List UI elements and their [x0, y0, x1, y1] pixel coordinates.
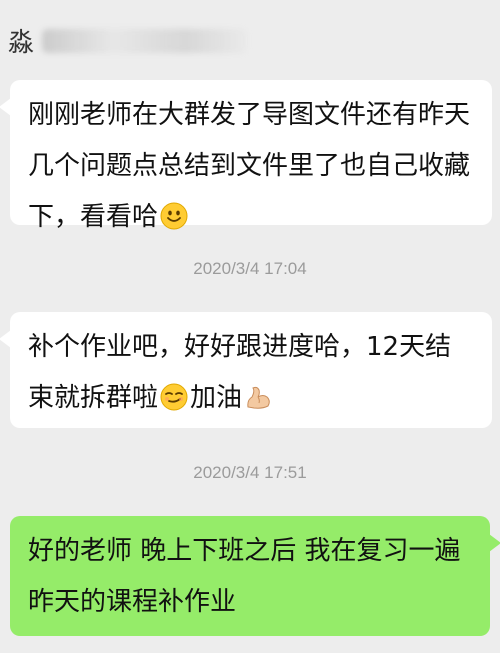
- contact-name-header: 淼: [8, 22, 248, 59]
- contact-name: 淼: [8, 28, 37, 58]
- message-bubble-outgoing[interactable]: 好的老师 晚上下班之后 我在复习一遍昨天的课程补作业: [10, 516, 500, 636]
- message-text: 好的老师 晚上下班之后 我在复习一遍昨天的课程补作业: [28, 536, 461, 617]
- smile-emoji-icon: [160, 202, 188, 230]
- smirk-emoji-icon: [160, 383, 188, 411]
- redacted-name-blur: [42, 28, 248, 53]
- message-text: 刚刚老师在大群发了导图文件还有昨天几个问题点总结到文件里了也自己收藏下，看看哈: [28, 100, 471, 232]
- message-bubble-incoming[interactable]: 刚刚老师在大群发了导图文件还有昨天几个问题点总结到文件里了也自己收藏下，看看哈: [0, 80, 492, 232]
- timestamp: 2020/3/4 17:04: [193, 259, 307, 278]
- flexed-biceps-icon: [244, 383, 272, 411]
- message-bubble-incoming[interactable]: 补个作业吧，好好跟进度哈，12天结束就拆群啦 加油: [0, 312, 492, 428]
- message-text: 加油: [190, 383, 243, 413]
- timestamp: 2020/3/4 17:51: [193, 463, 307, 482]
